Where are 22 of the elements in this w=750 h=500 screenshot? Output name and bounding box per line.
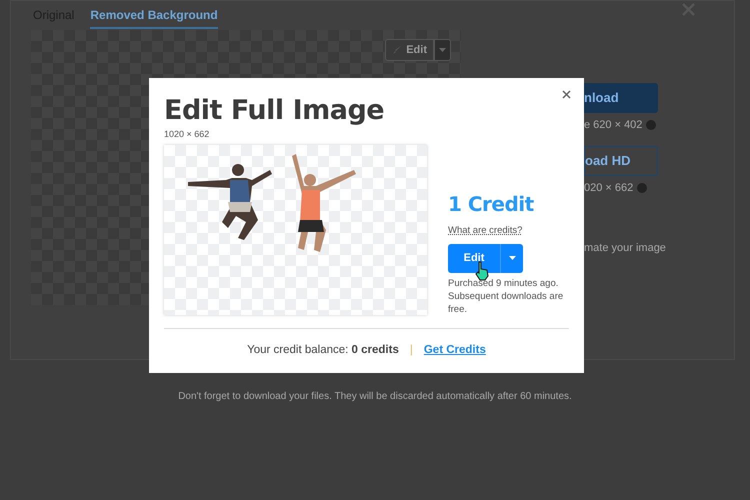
close-icon[interactable]	[562, 90, 571, 99]
dialog-title: Edit Full Image	[164, 95, 386, 127]
price-text: 1 Credit	[448, 192, 535, 216]
hand-cursor-icon	[475, 260, 489, 281]
download-button[interactable]: nload	[584, 83, 658, 113]
image-dimensions: 1020 × 662	[164, 128, 210, 141]
download-hd-button[interactable]: oad HD	[584, 146, 658, 176]
credits-link[interactable]: What are credits?	[448, 224, 566, 238]
image-size: 020 × 662	[584, 180, 634, 196]
caret-icon	[439, 48, 446, 52]
separator: |	[410, 342, 413, 358]
caret-icon	[508, 256, 516, 260]
dropdown-button[interactable]	[434, 39, 451, 61]
credit-balance-text: Your credit balance: 0 credits	[247, 342, 399, 358]
edit-button[interactable]: Edit	[385, 39, 434, 61]
note-text: mate your image	[584, 241, 667, 256]
dropdown-button[interactable]	[500, 244, 523, 273]
notice-text: Don't forget to download your files. They will be discarded automatically after 60 minutes.	[177, 390, 573, 404]
purchase-note: Purchased 9 minutes ago. Subsequent downloads are free.	[448, 276, 564, 316]
edit-button[interactable]: Edit	[448, 244, 500, 273]
get-credits-link[interactable]: Get Credits	[424, 342, 486, 359]
image-size: e 620 × 402	[584, 118, 642, 133]
